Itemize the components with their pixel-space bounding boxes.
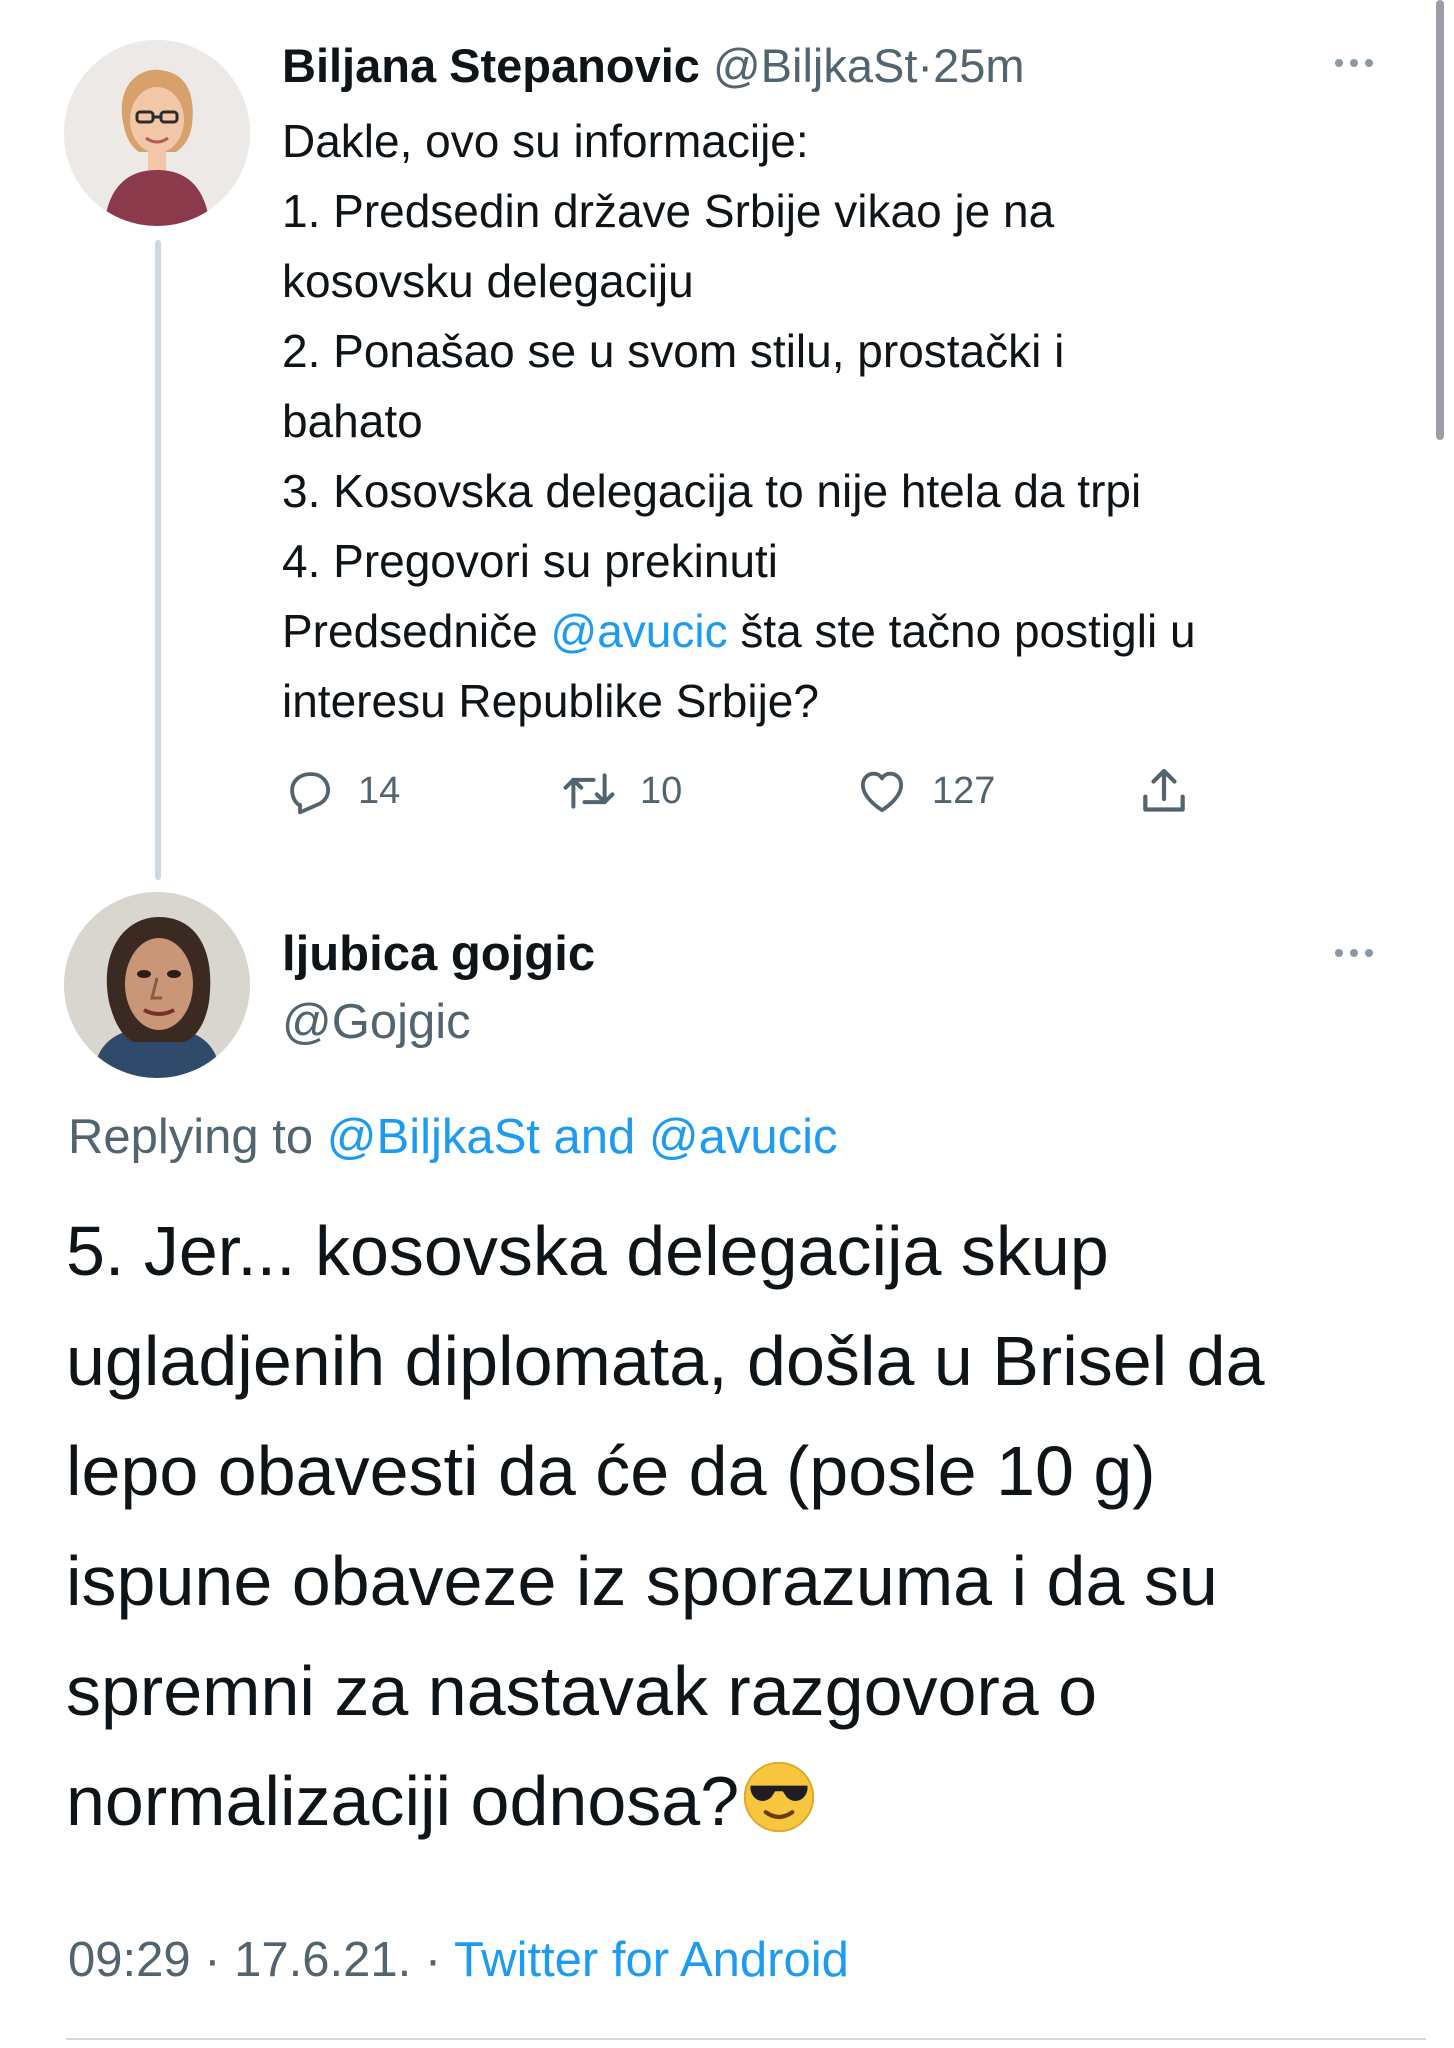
- tweet-text-line: spremni za nastavak razgovora o: [66, 1652, 1098, 1730]
- divider: [66, 2038, 1426, 2040]
- tweet-text-line: 3. Kosovska delegacija to nije htela da …: [282, 465, 1142, 517]
- like-count: 127: [932, 769, 996, 812]
- author-name[interactable]: ljubica gojgic: [282, 924, 595, 984]
- tweet-text-line: 4. Pregovori su prekinuti: [282, 535, 779, 587]
- tweet-text-line: lepo obavesti da će da (posle 10 g): [66, 1432, 1156, 1510]
- text-segment: Predsedniče: [282, 605, 551, 657]
- share-button[interactable]: [1136, 764, 1192, 820]
- tweet-meta: 09:29 · 17.6.21. · Twitter for Android: [68, 1930, 849, 1990]
- retweet-button[interactable]: 10: [560, 764, 682, 818]
- tweet-text-line: kosovsku delegaciju: [282, 255, 694, 307]
- tweet-text-line: 5. Jer... kosovska delegacija skup: [66, 1212, 1109, 1290]
- retweet-icon: [563, 773, 615, 809]
- tweet-source-link[interactable]: Twitter for Android: [454, 1933, 849, 1987]
- separator-dot: ·: [411, 1933, 454, 1987]
- tweet-text-line: bahato: [282, 395, 423, 447]
- author-handle[interactable]: @BiljkaSt: [713, 39, 917, 92]
- tweet-text-line: Dakle, ovo su informacije:: [282, 115, 809, 167]
- tweet-text-line: Predsedniče @avucic šta ste tačno postig…: [282, 596, 1412, 666]
- mention-link[interactable]: @BiljkaSt: [327, 1110, 540, 1164]
- tweet-timestamp[interactable]: 09:29: [68, 1933, 191, 1987]
- author-name[interactable]: Biljana Stepanovic: [282, 39, 700, 92]
- tweet-text-line: interesu Republike Srbije?: [282, 675, 819, 727]
- tweet-text-line: ugladjenih diplomata, došla u Brisel da: [66, 1322, 1265, 1400]
- separator-dot: ·: [190, 1933, 235, 1987]
- more-horizontal-icon[interactable]: [1324, 48, 1384, 78]
- mention-link[interactable]: @avucic: [649, 1110, 838, 1164]
- tweet-time[interactable]: 25m: [933, 39, 1024, 92]
- replying-to: Replying to @BiljkaSt and @avucic: [68, 1107, 838, 1167]
- tweet-header: Biljana Stepanovic @BiljkaSt·25m: [282, 36, 1025, 96]
- tweet-text-line: 2. Ponašao se u svom stilu, prostački i: [282, 325, 1065, 377]
- replying-to-and: and: [539, 1110, 649, 1164]
- heart-icon: [860, 771, 904, 813]
- text-segment: normalizaciji odnosa?: [66, 1762, 740, 1840]
- reply-icon: [290, 772, 331, 815]
- more-horizontal-icon[interactable]: [1324, 938, 1384, 968]
- sunglasses-emoji-icon: [741, 1756, 817, 1866]
- tweet-text-line: normalizaciji odnosa?: [66, 1746, 1426, 1866]
- tweet-text: 5. Jer... kosovska delegacija skup uglad…: [66, 1196, 1426, 1866]
- separator-dot: ·: [917, 39, 934, 92]
- tweet-text-line: 1. Predsedin države Srbije vikao je na: [282, 185, 1055, 237]
- tweet-text-line: ispune obaveze iz sporazuma i da su: [66, 1542, 1218, 1620]
- replying-to-label: Replying to: [68, 1110, 327, 1164]
- text-segment: šta ste tačno postigli u: [727, 605, 1196, 657]
- reply-count: 14: [358, 769, 401, 812]
- mention-link[interactable]: @avucic: [551, 605, 728, 657]
- share-icon: [1143, 768, 1185, 812]
- like-button[interactable]: 127: [854, 764, 995, 818]
- retweet-count: 10: [640, 769, 683, 812]
- tweet-date[interactable]: 17.6.21.: [234, 1933, 411, 1987]
- scrollbar[interactable]: [1436, 0, 1444, 440]
- avatar[interactable]: [64, 40, 250, 226]
- thread-connector-line: [155, 240, 161, 880]
- reply-button[interactable]: 14: [282, 764, 400, 818]
- avatar[interactable]: [64, 892, 250, 1078]
- tweet-text: Dakle, ovo su informacije: 1. Predsedin …: [282, 106, 1412, 736]
- author-handle[interactable]: @Gojgic: [282, 992, 471, 1052]
